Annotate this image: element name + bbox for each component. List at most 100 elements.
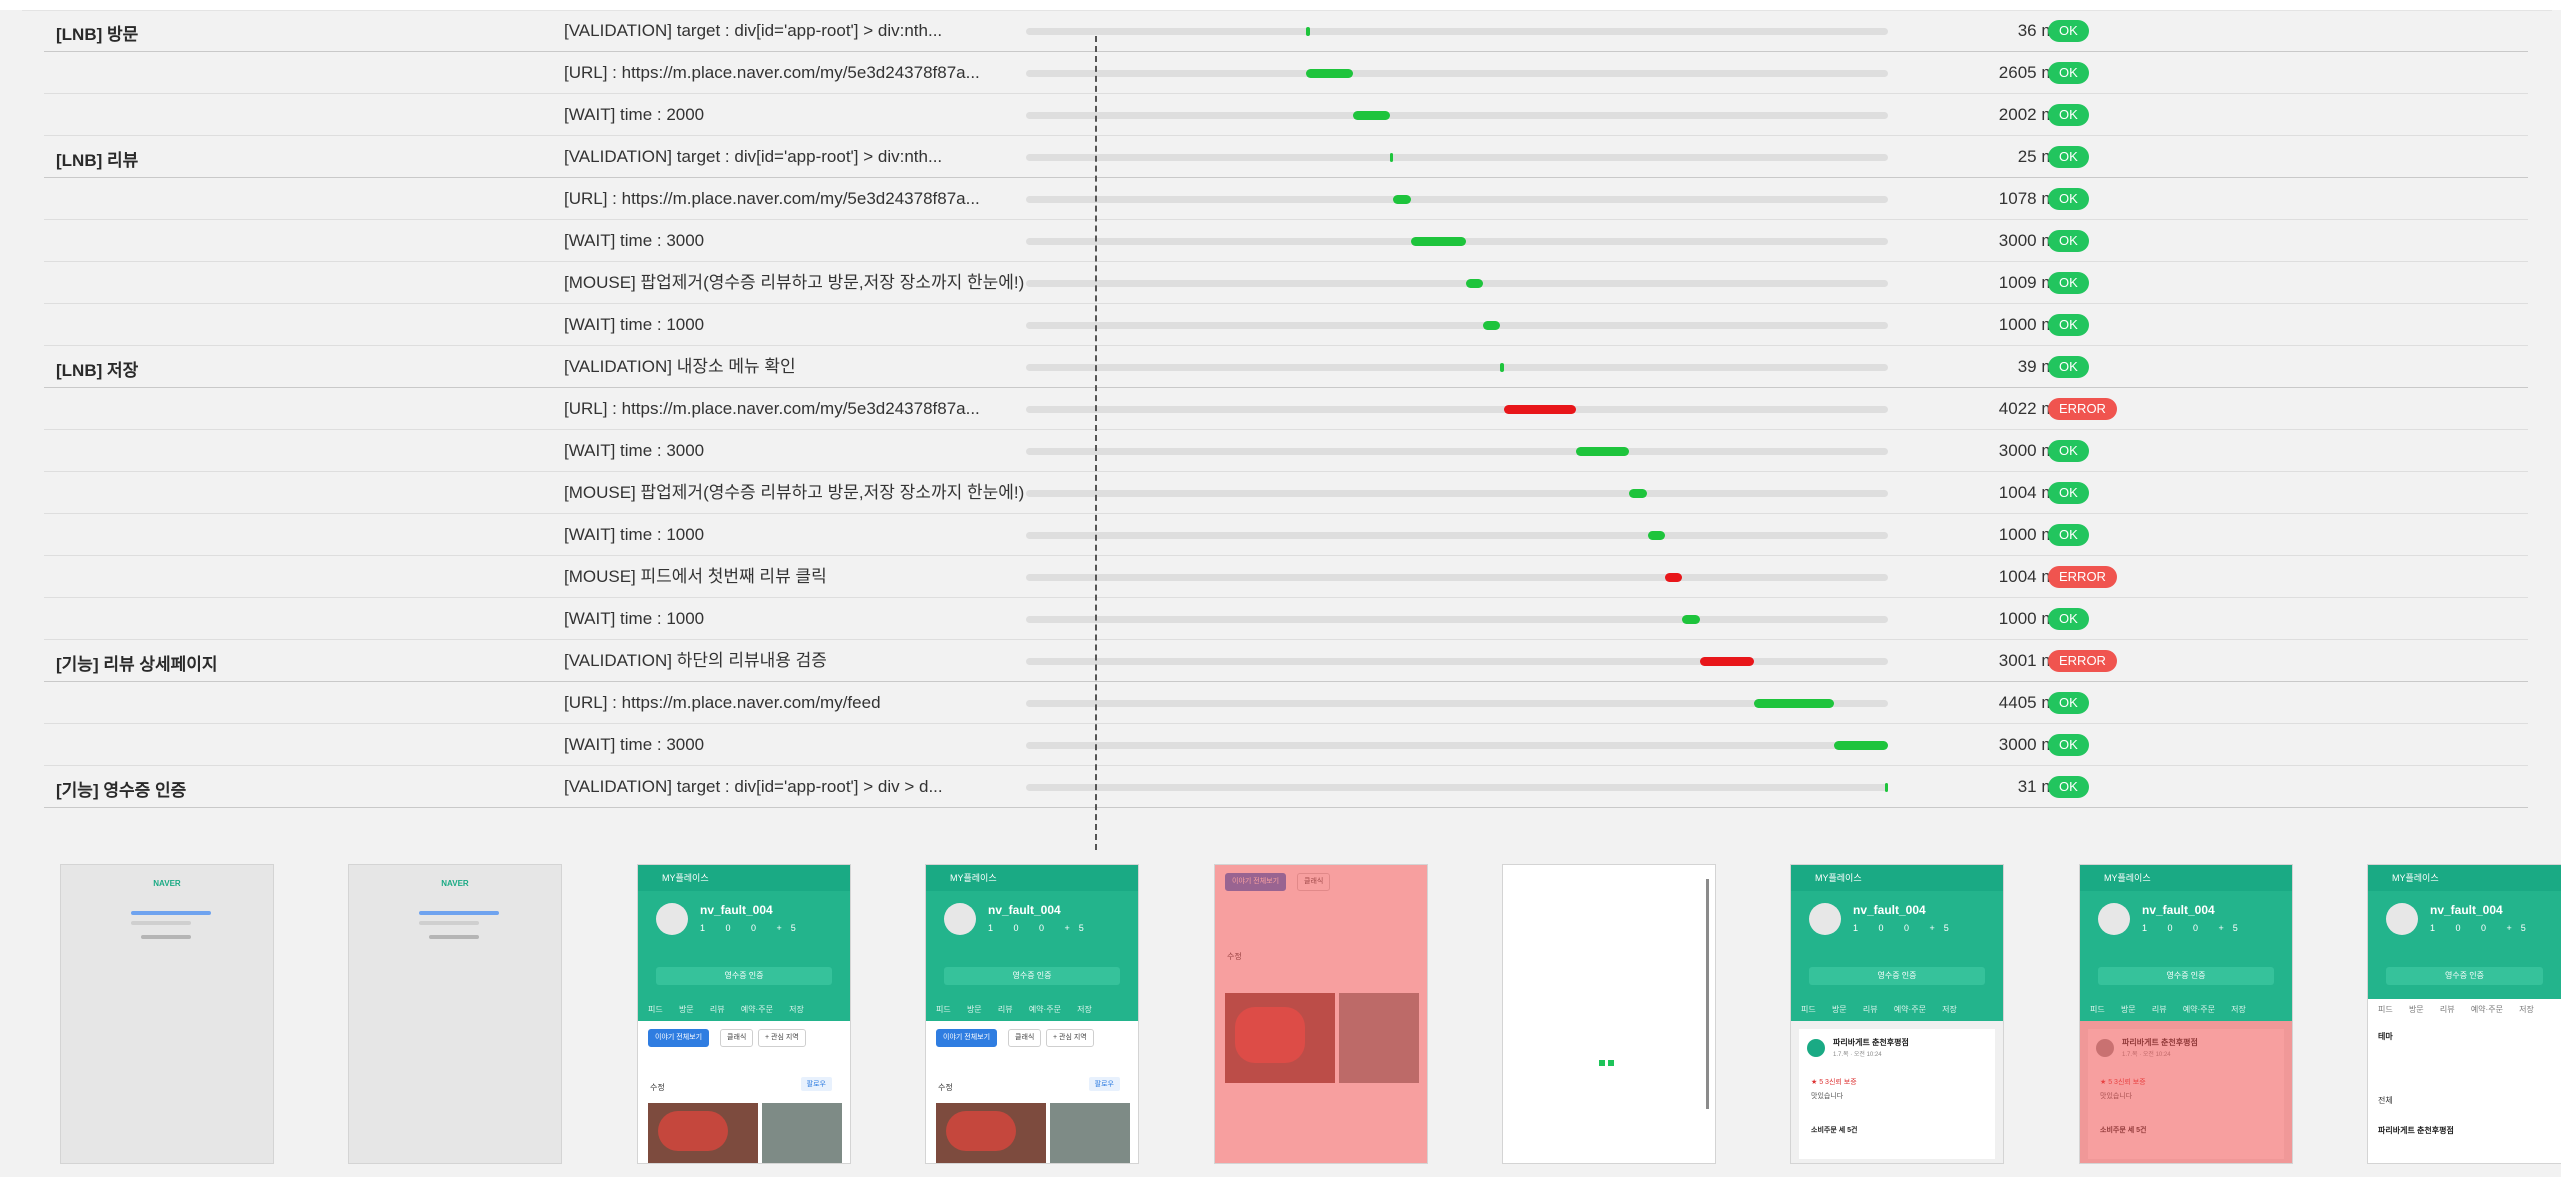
step-action: [WAIT] time : 1000 — [564, 315, 705, 334]
timeline-track — [1026, 69, 1888, 78]
status-badge-ok: OK — [2048, 734, 2089, 756]
screenshot-thumbnail[interactable]: NAVER — [60, 864, 274, 1164]
app-title: MY플레이스 — [2368, 865, 2561, 891]
timeline-track — [1026, 531, 1888, 540]
step-action: [WAIT] time : 3000 — [564, 231, 705, 250]
chip: + 관심 지역 — [758, 1029, 806, 1047]
app-title: MY플레이스 — [638, 865, 850, 891]
step-row[interactable]: [기능] 리뷰 상세페이지 [VALIDATION] 하단의 리뷰내용 검증 300… — [44, 640, 2528, 682]
step-row[interactable]: [LNB] 리뷰 [VALIDATION] target : div[id='ap… — [44, 136, 2528, 178]
error-overlay — [2080, 1021, 2292, 1163]
follow-button: 팔로우 — [800, 1077, 832, 1091]
chip: 클래식 — [1008, 1029, 1042, 1047]
screenshot-thumbnail-error[interactable]: MY플레이스 nv_fault_004 1 0 0 +5 영수증 인증 피드 방… — [2079, 864, 2293, 1164]
profile-tabs: 피드 방문 리뷰 예약·주문 저장 — [2080, 999, 2292, 1021]
timeline-bar-ok — [1482, 321, 1501, 330]
profile-header: nv_fault_004 1 0 0 +5 영수증 인증 — [2368, 891, 2561, 999]
timeline-track — [1026, 447, 1888, 456]
step-row[interactable]: [WAIT] time : 3000 3000 ms OK — [44, 724, 2528, 766]
screenshot-thumbnail[interactable]: MY플레이스 nv_fault_004 1 0 0 +5 영수증 인증 피드 방… — [925, 864, 1139, 1164]
step-row[interactable]: [WAIT] time : 1000 1000 ms OK — [44, 514, 2528, 556]
step-row[interactable]: [LNB] 방문 [VALIDATION] target : div[id='ap… — [44, 10, 2528, 52]
chip: 이야기 전체보기 — [936, 1029, 998, 1047]
timeline-track — [1026, 321, 1888, 330]
timeline-track — [1026, 237, 1888, 246]
username: nv_fault_004 — [2430, 903, 2503, 917]
feed-area: 테마 전체 파리바게트 춘천후평점 — [2368, 1021, 2561, 1163]
status-badge-ok: OK — [2048, 104, 2089, 126]
timeline-track — [1026, 657, 1888, 666]
step-timeline-panel: [LNB] 방문 [VALIDATION] target : div[id='ap… — [44, 20, 2528, 850]
screenshot-thumbnail[interactable]: NAVER — [348, 864, 562, 1164]
timeline-bar-ok — [1466, 279, 1483, 288]
step-row[interactable]: [MOUSE] 피드에서 첫번째 리뷰 클릭 1004 ms ERROR — [44, 556, 2528, 598]
step-action: [WAIT] time : 2000 — [564, 105, 705, 124]
step-row[interactable]: [기능] 영수증 인증 [VALIDATION] target : div[id=… — [44, 766, 2528, 808]
timeline-track — [1026, 153, 1888, 162]
step-action: [VALIDATION] target : div[id='app-root']… — [564, 147, 943, 166]
step-duration: 1000 ms — [1998, 609, 2064, 628]
screenshot-thumbnail[interactable]: MY플레이스 nv_fault_004 1 0 0 +5 영수증 인증 피드 방… — [637, 864, 851, 1164]
timeline-bar-error — [1503, 405, 1576, 414]
screenshot-thumbnail[interactable]: MY플레이스 nv_fault_004 1 0 0 +5 영수증 인증 피드 방… — [2367, 864, 2561, 1164]
screenshot-thumbnail[interactable] — [1502, 864, 1716, 1164]
avatar — [2386, 903, 2418, 935]
feed-area: 파리바게트 춘천후평점 1.7.목 · 오전 10:24 ★ 5 3신뢰 보증 … — [2080, 1021, 2292, 1163]
scrollbar — [1706, 879, 1709, 1109]
step-duration: 25 ms — [2017, 147, 2064, 166]
step-action: [MOUSE] 피드에서 첫번째 리뷰 클릭 — [564, 567, 827, 586]
review-photo — [762, 1103, 842, 1163]
chip: 클래식 — [720, 1029, 754, 1047]
app-title: MY플레이스 — [2080, 865, 2292, 891]
app-title: MY플레이스 — [926, 865, 1138, 891]
step-row[interactable]: [WAIT] time : 3000 3000 ms OK — [44, 220, 2528, 262]
feed-area: 파리바게트 춘천후평점 1.7.목 · 오전 10:24 ★ 5 3신뢰 보증 … — [1791, 1021, 2003, 1163]
step-row[interactable]: [WAIT] time : 1000 1000 ms OK — [44, 598, 2528, 640]
step-duration: 2605 ms — [1998, 63, 2064, 82]
step-row[interactable]: [MOUSE] 팝업제거(영수증 리뷰하고 방문,저장 장소까지 한눈에!) 10… — [44, 472, 2528, 514]
profile-stats: 1 0 0 +5 — [2430, 923, 2535, 933]
receipt-button: 영수증 인증 — [656, 967, 832, 985]
status-badge-error: ERROR — [2048, 398, 2117, 420]
timeline-bar-ok — [1306, 27, 1310, 36]
profile-header: nv_fault_004 1 0 0 +5 영수증 인증 — [2080, 891, 2292, 999]
timeline-track — [1026, 489, 1888, 498]
feed-area: 이야기 전체보기 클래식 + 관심 지역 수정 팔로우 — [926, 1021, 1138, 1163]
profile-tabs: 피드 방문 리뷰 예약·주문 저장 — [926, 999, 1138, 1021]
timeline-track — [1026, 279, 1888, 288]
step-row[interactable]: [URL] : https://m.place.naver.com/my/5e3… — [44, 178, 2528, 220]
review-photo — [1050, 1103, 1130, 1163]
login-field — [419, 911, 499, 915]
step-row[interactable]: [MOUSE] 팝업제거(영수증 리뷰하고 방문,저장 장소까지 한눈에!) 10… — [44, 262, 2528, 304]
screenshot-thumbnail[interactable]: MY플레이스 nv_fault_004 1 0 0 +5 영수증 인증 피드 방… — [1790, 864, 2004, 1164]
avatar — [1809, 903, 1841, 935]
naver-logo: NAVER — [441, 879, 469, 888]
step-action: [MOUSE] 팝업제거(영수증 리뷰하고 방문,저장 장소까지 한눈에!) — [564, 273, 1025, 292]
step-group-label: [기능] 영수증 인증 — [56, 781, 187, 800]
timeline-bar-ok — [1629, 489, 1648, 498]
step-row[interactable]: [LNB] 저장 [VALIDATION] 내장소 메뉴 확인 39 ms OK — [44, 346, 2528, 388]
screenshot-thumbnail-error[interactable]: 이야기 전체보기 클래식 수정 — [1214, 864, 1428, 1164]
step-duration: 3000 ms — [1998, 231, 2064, 250]
username: nv_fault_004 — [988, 903, 1061, 917]
step-row[interactable]: [WAIT] time : 3000 3000 ms OK — [44, 430, 2528, 472]
step-group-label: [LNB] 저장 — [56, 361, 139, 380]
timeline-bar-ok — [1754, 699, 1834, 708]
profile-stats: 1 0 0 +5 — [1853, 923, 1958, 933]
status-badge-ok: OK — [2048, 146, 2089, 168]
step-row[interactable]: [URL] : https://m.place.naver.com/my/5e3… — [44, 52, 2528, 94]
step-row[interactable]: [WAIT] time : 2000 2002 ms OK — [44, 94, 2528, 136]
status-badge-ok: OK — [2048, 482, 2089, 504]
step-action: [VALIDATION] 내장소 메뉴 확인 — [564, 357, 796, 376]
step-row[interactable]: [URL] : https://m.place.naver.com/my/5e3… — [44, 388, 2528, 430]
step-duration: 31 ms — [2017, 777, 2064, 796]
loading-indicator — [1599, 1053, 1617, 1071]
step-action: [VALIDATION] 하단의 리뷰내용 검증 — [564, 651, 827, 670]
status-badge-ok: OK — [2048, 524, 2089, 546]
timeline-track — [1026, 27, 1888, 36]
step-row[interactable]: [URL] : https://m.place.naver.com/my/fee… — [44, 682, 2528, 724]
step-row[interactable]: [WAIT] time : 1000 1000 ms OK — [44, 304, 2528, 346]
step-action: [VALIDATION] target : div[id='app-root']… — [564, 21, 943, 40]
step-duration: 1078 ms — [1998, 189, 2064, 208]
step-group-label: [LNB] 방문 — [56, 25, 139, 44]
